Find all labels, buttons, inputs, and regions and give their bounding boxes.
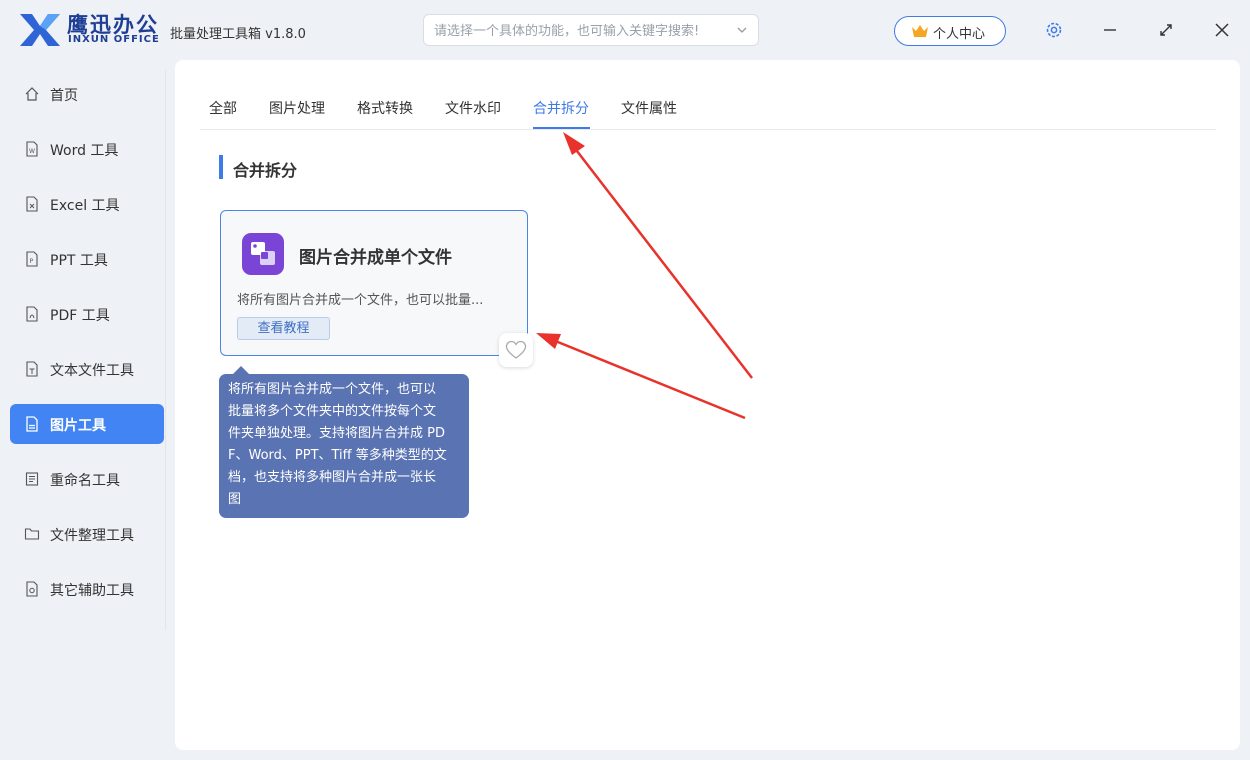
tooltip-line: F、Word、PPT、Tiff 等多种类型的文 bbox=[228, 448, 447, 463]
tab-file-properties[interactable]: 文件属性 bbox=[621, 98, 677, 118]
sidebar-item-label: PDF 工具 bbox=[50, 308, 110, 324]
svg-text:W: W bbox=[29, 148, 35, 155]
crown-icon bbox=[912, 25, 928, 37]
pdf-file-icon bbox=[26, 306, 38, 322]
minimize-icon[interactable] bbox=[1100, 20, 1120, 40]
sidebar-item-label: Word 工具 bbox=[50, 143, 119, 159]
sidebar-item-excel[interactable]: Excel 工具 bbox=[10, 184, 164, 224]
tooltip-pointer bbox=[233, 366, 249, 374]
main-panel: 全部 图片处理 格式转换 文件水印 合并拆分 文件属性 合并拆分 图片合并成单个… bbox=[175, 60, 1240, 750]
tooltip-line: 图 bbox=[228, 492, 242, 507]
description-tooltip: 将所有图片合并成一个文件，也可以 批量将多个文件夹中的文件按每个文 件夹单独处理… bbox=[219, 374, 469, 518]
sidebar-item-organize[interactable]: 文件整理工具 bbox=[10, 514, 164, 554]
sidebar-item-ppt[interactable]: P PPT 工具 bbox=[10, 239, 164, 279]
tab-all[interactable]: 全部 bbox=[209, 98, 237, 118]
folder-icon bbox=[24, 528, 40, 540]
image-merge-icon bbox=[242, 233, 284, 275]
section-marker bbox=[219, 155, 223, 179]
tab-image-processing[interactable]: 图片处理 bbox=[269, 98, 325, 118]
sidebar-item-word[interactable]: W Word 工具 bbox=[10, 129, 164, 169]
chevron-down-icon[interactable] bbox=[736, 24, 748, 36]
ppt-file-icon: P bbox=[26, 251, 38, 267]
sidebar-item-text[interactable]: 文本文件工具 bbox=[10, 349, 164, 389]
close-icon[interactable] bbox=[1212, 20, 1232, 40]
card-description: 将所有图片合并成一个文件，也可以批量... bbox=[237, 293, 484, 308]
sidebar-item-label: 文本文件工具 bbox=[50, 363, 134, 379]
view-tutorial-button[interactable]: 查看教程 bbox=[237, 317, 330, 340]
tab-watermark[interactable]: 文件水印 bbox=[445, 98, 501, 118]
word-file-icon: W bbox=[26, 141, 38, 157]
sidebar-item-label: 文件整理工具 bbox=[50, 528, 134, 544]
tooltip-line: 将所有图片合并成一个文件，也可以 bbox=[228, 382, 437, 397]
user-center-label: 个人中心 bbox=[933, 27, 986, 42]
sidebar-item-label: 图片工具 bbox=[50, 418, 106, 434]
app-title: 批量处理工具箱 v1.8.0 bbox=[170, 27, 306, 42]
home-icon bbox=[25, 87, 39, 101]
tabs-divider bbox=[200, 129, 1216, 130]
tab-merge-split[interactable]: 合并拆分 bbox=[533, 98, 589, 118]
tooltip-line: 档，也支持将多种图片合并成一张长 bbox=[228, 470, 437, 485]
sidebar: 首页 W Word 工具 Excel 工具 P PPT 工具 PDF 工具 文本… bbox=[0, 60, 170, 760]
maximize-icon[interactable] bbox=[1156, 20, 1176, 40]
tools-icon bbox=[26, 581, 38, 597]
inxun-logo-icon bbox=[20, 14, 60, 46]
sidebar-item-label: 重命名工具 bbox=[50, 473, 120, 489]
favorite-button[interactable] bbox=[499, 333, 533, 367]
logo-subtext: INXUN OFFICE bbox=[68, 34, 160, 45]
sidebar-divider bbox=[165, 70, 166, 630]
tool-card-image-merge[interactable]: 图片合并成单个文件 将所有图片合并成一个文件，也可以批量... 查看教程 bbox=[220, 210, 528, 356]
section-title: 合并拆分 bbox=[233, 161, 298, 180]
search-box[interactable] bbox=[423, 14, 759, 46]
tooltip-line: 件夹单独处理。支持将图片合并成 PD bbox=[228, 426, 445, 441]
settings-gear-icon[interactable] bbox=[1044, 20, 1064, 40]
heart-icon bbox=[505, 340, 527, 359]
tab-format-convert[interactable]: 格式转换 bbox=[357, 98, 413, 118]
sidebar-item-image[interactable]: 图片工具 bbox=[10, 404, 164, 444]
search-input[interactable] bbox=[434, 21, 729, 41]
sidebar-item-rename[interactable]: 重命名工具 bbox=[10, 459, 164, 499]
rename-icon bbox=[25, 472, 39, 486]
text-file-icon bbox=[26, 361, 38, 377]
tooltip-line: 批量将多个文件夹中的文件按每个文 bbox=[228, 404, 437, 419]
title-bar: 鹰迅办公 INXUN OFFICE 批量处理工具箱 v1.8.0 个人中心 bbox=[0, 0, 1250, 60]
sidebar-item-label: Excel 工具 bbox=[50, 198, 120, 214]
sidebar-item-label: PPT 工具 bbox=[50, 253, 108, 269]
excel-file-icon bbox=[26, 196, 38, 212]
sidebar-item-label: 其它辅助工具 bbox=[50, 583, 134, 599]
user-center-button[interactable]: 个人中心 bbox=[894, 16, 1006, 46]
sidebar-item-pdf[interactable]: PDF 工具 bbox=[10, 294, 164, 334]
sidebar-item-other[interactable]: 其它辅助工具 bbox=[10, 569, 164, 609]
card-title: 图片合并成单个文件 bbox=[299, 248, 452, 268]
svg-text:P: P bbox=[30, 258, 34, 265]
sidebar-item-home[interactable]: 首页 bbox=[10, 74, 164, 114]
image-file-icon bbox=[26, 416, 38, 432]
sidebar-item-label: 首页 bbox=[50, 88, 78, 104]
